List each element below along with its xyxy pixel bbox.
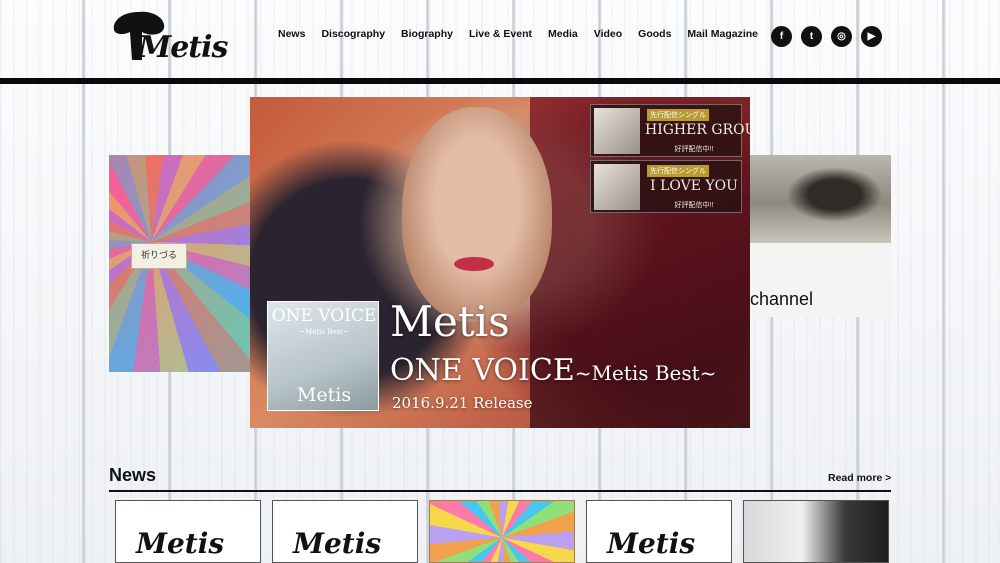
channel-label: channel xyxy=(750,289,814,309)
nav-mail-magazine[interactable]: Mail Magazine xyxy=(687,28,758,40)
nav-media[interactable]: Media xyxy=(548,28,578,40)
news-card[interactable]: Metis xyxy=(272,500,418,563)
carousel-slide-next[interactable]: channel xyxy=(750,155,891,317)
youtube-icon[interactable]: ▶ xyxy=(861,26,882,47)
promo-badge: 先行配信シングル xyxy=(647,109,709,121)
news-card[interactable] xyxy=(429,500,575,563)
promo-title: HIGHER GROUND xyxy=(645,122,750,138)
news-heading: News xyxy=(109,465,157,485)
slide-tag-label: 祈りづる xyxy=(131,243,187,269)
nav-goods[interactable]: Goods xyxy=(638,28,671,40)
carousel-slide-prev[interactable]: 祈りづる xyxy=(109,155,250,372)
carousel-hero-slide[interactable]: 先行配信シングル HIGHER GROUND 好評配信中!! 先行配信シングル … xyxy=(250,97,750,428)
wildlife-thumbnail xyxy=(750,155,891,243)
metis-logo-icon: Metis xyxy=(136,527,225,560)
hero-subtitle-tail: ~Metis Best~ xyxy=(574,361,717,385)
header-divider xyxy=(0,78,1000,84)
site-header: Metis News Discography Biography Live & … xyxy=(0,0,1000,80)
hero-subtitle: ONE VOICE~Metis Best~ xyxy=(390,353,716,388)
promo-thumbnail xyxy=(594,164,640,210)
hero-title: Metis xyxy=(390,297,510,346)
nav-discography[interactable]: Discography xyxy=(321,28,385,40)
promo-title: I LOVE YOU xyxy=(650,178,738,194)
promo-i-love-you[interactable]: 先行配信シングル I LOVE YOU 好評配信中!! xyxy=(590,160,742,213)
news-card[interactable] xyxy=(743,500,889,563)
twitter-icon[interactable]: t xyxy=(801,26,822,47)
social-links: f t ◎ ▶ xyxy=(771,26,882,47)
read-more-link[interactable]: Read more > xyxy=(828,472,891,484)
news-divider xyxy=(109,490,891,492)
promo-higher-ground[interactable]: 先行配信シングル HIGHER GROUND 好評配信中!! xyxy=(590,104,750,157)
nav-live-event[interactable]: Live & Event xyxy=(469,28,532,40)
hero-portrait xyxy=(402,107,552,322)
main-nav: News Discography Biography Live & Event … xyxy=(278,28,774,40)
nav-video[interactable]: Video xyxy=(594,28,622,40)
hero-release-date: 2016.9.21 Release xyxy=(392,394,533,412)
instagram-icon[interactable]: ◎ xyxy=(831,26,852,47)
cover-artist: Metis xyxy=(296,384,352,406)
promo-note: 好評配信中!! xyxy=(674,202,714,209)
nav-biography[interactable]: Biography xyxy=(401,28,453,40)
cover-title: ONE VOICE xyxy=(271,306,377,326)
promo-note: 好評配信中!! xyxy=(674,146,714,153)
news-list: Metis Metis Metis xyxy=(115,500,889,563)
logo-wordmark: Metis xyxy=(138,30,228,65)
promo-badge: 先行配信シングル xyxy=(647,165,709,177)
cover-subtitle: ~Metis Best~ xyxy=(299,328,349,336)
facebook-icon[interactable]: f xyxy=(771,26,792,47)
news-card[interactable]: Metis xyxy=(115,500,261,563)
metis-logo-icon: Metis xyxy=(607,527,696,560)
site-logo[interactable]: Metis xyxy=(108,8,228,68)
nav-news[interactable]: News xyxy=(278,28,305,40)
hero-lips xyxy=(454,257,494,271)
news-card[interactable]: Metis xyxy=(586,500,732,563)
album-cover: ONE VOICE ~Metis Best~ Metis xyxy=(267,301,379,411)
hero-subtitle-main: ONE VOICE xyxy=(390,353,575,388)
metis-logo-icon: Metis xyxy=(293,527,382,560)
promo-thumbnail xyxy=(594,108,640,154)
